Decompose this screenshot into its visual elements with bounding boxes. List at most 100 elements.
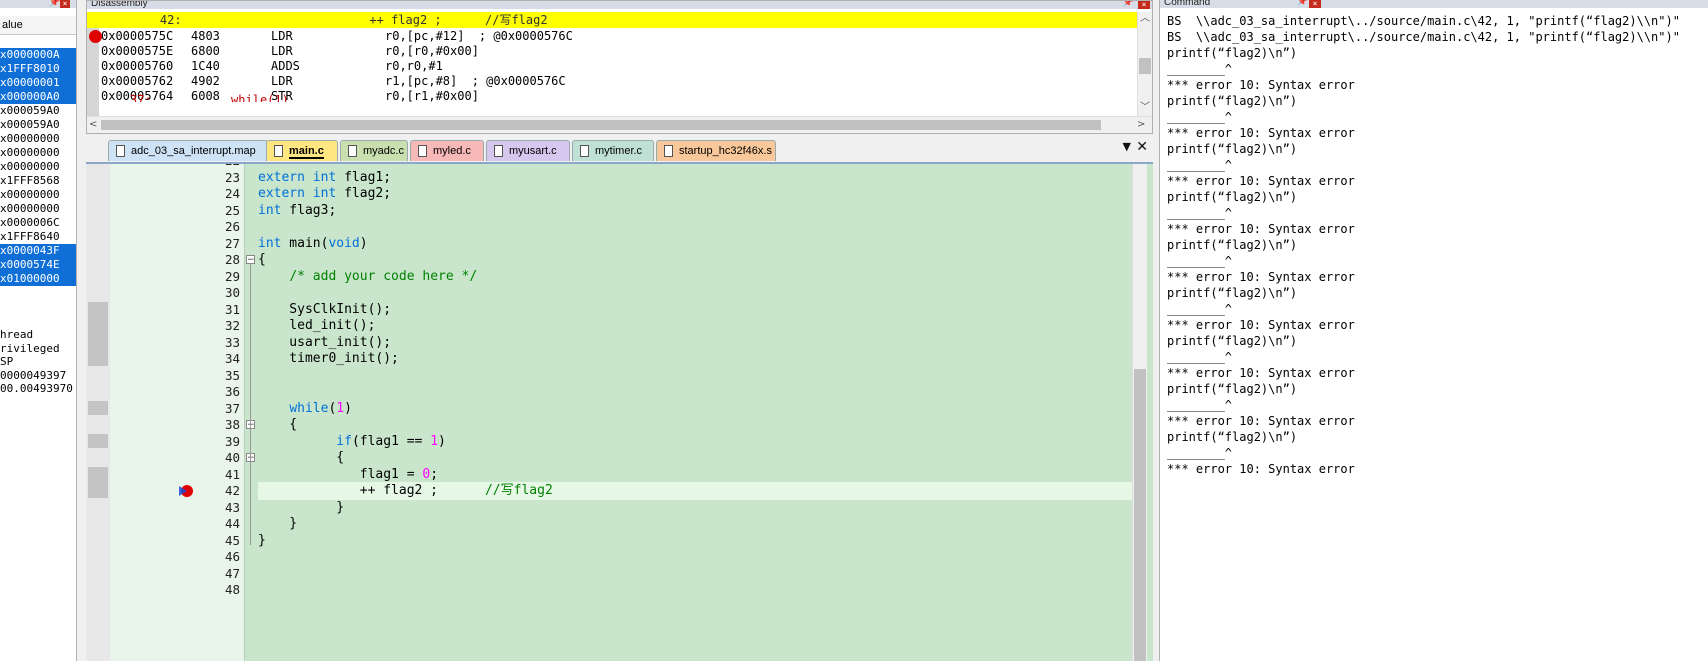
- executable-line-marker[interactable]: [88, 400, 108, 415]
- fold-toggle-icon[interactable]: −: [246, 255, 255, 265]
- line-number: 36: [224, 384, 240, 399]
- tab-myled-c[interactable]: myled.c: [410, 140, 484, 161]
- register-value-row[interactable]: x0000006C: [0, 216, 76, 230]
- register-value-row[interactable]: x0000043F: [0, 244, 76, 258]
- executable-line-marker[interactable]: [88, 433, 108, 448]
- scroll-down-icon[interactable]: ﹀: [1140, 102, 1150, 114]
- line-number: 37: [224, 400, 240, 416]
- code-line[interactable]: int flag3;: [258, 202, 336, 220]
- tab-adc-03-sa-interrupt-map[interactable]: adc_03_sa_interrupt.map: [108, 140, 268, 161]
- close-tab-icon[interactable]: ✕: [1136, 139, 1148, 155]
- line-number: 28: [224, 252, 240, 267]
- disassembly-row[interactable]: 0x00005762 4902 LDR r1,[pc,#8] ; @0x0000576…: [101, 73, 566, 89]
- code-line[interactable]: int main(void): [258, 235, 368, 253]
- code-line[interactable]: {: [258, 251, 266, 269]
- line-number: 32: [224, 318, 240, 333]
- breakpoint-current-line-icon[interactable]: [178, 483, 194, 499]
- register-value-row[interactable]: x1FFF8640: [0, 230, 76, 244]
- register-value-row[interactable]: x01000000: [0, 272, 76, 286]
- disassembly-op: ADDS: [271, 59, 300, 73]
- pin-icon[interactable]: 📌: [1123, 1, 1134, 8]
- code-line[interactable]: /* add your code here */: [258, 268, 477, 286]
- register-value-row[interactable]: x00000000: [0, 146, 76, 160]
- register-value-row[interactable]: x0000000A: [0, 48, 76, 62]
- register-value-row[interactable]: x000059A0: [0, 118, 76, 132]
- code-line[interactable]: {: [258, 416, 297, 434]
- disassembly-source-line[interactable]: 42: ++ flag2 ; //写flag2: [87, 12, 1137, 28]
- code-line[interactable]: }: [258, 499, 344, 517]
- close-icon[interactable]: ×: [60, 0, 70, 8]
- command-output-line: *** error 10: Syntax error: [1167, 414, 1355, 428]
- pin-icon[interactable]: 📌: [1297, 0, 1308, 7]
- command-output-line: BS \\adc_03_sa_interrupt\../source/main.…: [1167, 14, 1680, 28]
- register-value-row[interactable]: x1FFF8568: [0, 174, 76, 188]
- disassembly-row[interactable]: 0x0000575C 4803 LDR r0,[pc,#12] ; @0x000057…: [101, 28, 573, 44]
- scroll-up-icon[interactable]: ︿: [1140, 13, 1150, 25]
- register-value-row[interactable]: x00000000: [0, 202, 76, 216]
- register-value-row[interactable]: x00000000: [0, 160, 76, 174]
- close-icon[interactable]: ×: [1309, 0, 1321, 8]
- disassembly-body[interactable]: 42: ++ flag2 ; //写flag2 0x0000575C 4803 LD…: [87, 12, 1148, 117]
- tab-myusart-c[interactable]: myusart.c: [486, 140, 570, 161]
- code-line[interactable]: timer0_init();: [258, 350, 399, 368]
- code-line[interactable]: while(1): [258, 400, 352, 418]
- code-line[interactable]: extern int flag2;: [258, 185, 391, 203]
- code-line[interactable]: led_init();: [258, 317, 375, 335]
- code-line[interactable]: ++ flag2 ; //写flag2: [258, 482, 553, 500]
- command-output-line: printf(“flag2)\n”): [1167, 334, 1298, 348]
- scroll-right-icon[interactable]: >: [1137, 119, 1145, 131]
- code-line[interactable]: flag1 = 0;: [258, 466, 438, 484]
- register-value-row[interactable]: x000000A0: [0, 90, 76, 104]
- executable-line-marker[interactable]: [88, 466, 108, 498]
- register-value-row[interactable]: x00000000: [0, 132, 76, 146]
- code-line[interactable]: usart_init();: [258, 334, 391, 352]
- command-output-line: *** error 10: Syntax error: [1167, 126, 1355, 140]
- scroll-left-icon[interactable]: <: [89, 119, 97, 131]
- disassembly-vertical-scrollbar[interactable]: ︿ ﹀: [1137, 12, 1152, 117]
- tab-mytimer-c[interactable]: mytimer.c: [572, 140, 654, 161]
- disassembly-title: Disassembly: [87, 1, 1152, 9]
- editor-vertical-scrollbar[interactable]: [1132, 164, 1147, 661]
- code-line[interactable]: }: [258, 515, 297, 533]
- disassembly-row[interactable]: 0x00005760 1C40 ADDS r0,r0,#1: [101, 58, 443, 74]
- command-output-line: ________^: [1167, 254, 1233, 268]
- tab-label: startup_hc32f46x.s: [679, 145, 772, 157]
- close-icon[interactable]: ×: [1138, 1, 1150, 9]
- code-line[interactable]: extern int flag1;: [258, 169, 391, 187]
- disassembly-addr: 0x00005762: [101, 74, 174, 88]
- command-output-line: ________^: [1167, 206, 1233, 220]
- command-output-line: ________^: [1167, 158, 1233, 172]
- register-value-row[interactable]: x000059A0: [0, 104, 76, 118]
- register-value-row[interactable]: x0000574E: [0, 258, 76, 272]
- disassembly-partial-line[interactable]: 37: while(1): [87, 92, 289, 102]
- line-number: 40: [224, 450, 240, 465]
- file-icon: [116, 145, 125, 157]
- value-column-header[interactable]: alue: [0, 16, 76, 35]
- line-number: 44: [224, 516, 240, 531]
- disassembly-addr: 0x0000575E: [101, 44, 174, 58]
- line-number: 27: [224, 235, 240, 251]
- disassembly-args: r0,[r0,#0x00]: [385, 44, 479, 58]
- disassembly-row[interactable]: 0x0000575E 6800 LDR r0,[r0,#0x00]: [101, 43, 479, 59]
- tab-main-c[interactable]: main.c: [266, 140, 338, 161]
- disassembly-horizontal-scrollbar[interactable]: < >: [87, 116, 1152, 133]
- code-line[interactable]: SysClkInit();: [258, 301, 391, 319]
- line-number: 35: [224, 367, 240, 383]
- executable-line-marker[interactable]: [88, 301, 108, 366]
- breakpoint-icon[interactable]: [89, 30, 102, 43]
- register-extra-row: 00.00493970: [0, 382, 73, 395]
- tab-startup-hc32f46x-s[interactable]: startup_hc32f46x.s: [656, 140, 776, 161]
- line-number: 29: [224, 268, 240, 284]
- tab-list-dropdown-icon[interactable]: ▼: [1123, 140, 1131, 153]
- code-line[interactable]: }: [258, 532, 266, 550]
- register-value-row[interactable]: x1FFF8010: [0, 62, 76, 76]
- pin-icon[interactable]: 📌: [49, 0, 60, 8]
- code-editor[interactable]: 2223extern int flag1;24extern int flag2;…: [86, 164, 1153, 661]
- command-title: Command: [1160, 0, 1708, 8]
- register-value-row[interactable]: x00000001: [0, 76, 76, 90]
- code-line[interactable]: if(flag1 == 1): [258, 433, 446, 451]
- code-line[interactable]: {: [258, 449, 344, 467]
- file-icon: [348, 145, 357, 157]
- register-value-row[interactable]: x00000000: [0, 188, 76, 202]
- tab-myadc-c[interactable]: myadc.c: [340, 140, 408, 161]
